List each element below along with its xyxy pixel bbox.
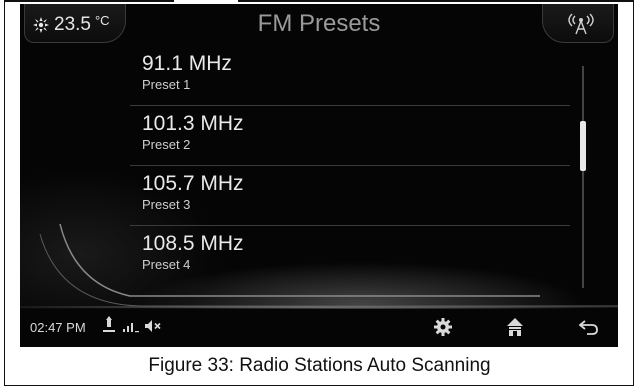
preset-item-4[interactable]: 108.5 MHz Preset 4: [130, 226, 570, 286]
clock: 02:47 PM: [30, 320, 86, 335]
preset-frequency: 105.7 MHz: [142, 172, 244, 195]
preset-label: Preset 1: [142, 77, 191, 92]
preset-frequency: 91.1 MHz: [142, 52, 232, 75]
signal-bars-icon: [123, 323, 139, 333]
page-title: FM Presets: [257, 10, 381, 37]
settings-button[interactable]: [418, 308, 468, 346]
back-button[interactable]: [564, 308, 614, 346]
preset-item-2[interactable]: 101.3 MHz Preset 2: [130, 106, 570, 166]
back-icon: [579, 320, 598, 335]
usb-icon: [103, 316, 115, 332]
home-icon: [507, 318, 523, 336]
preset-frequency: 108.5 MHz: [142, 232, 244, 255]
header-bar: 23.5 °C FM Presets: [20, 4, 618, 44]
infotainment-screen: 23.5 °C FM Presets 91.1 MHz Preset 1 101.…: [20, 4, 618, 347]
preset-item-1[interactable]: 91.1 MHz Preset 1: [130, 46, 570, 106]
home-button[interactable]: [490, 308, 540, 346]
preset-label: Preset 3: [142, 197, 191, 212]
preset-item-3[interactable]: 105.7 MHz Preset 3: [130, 166, 570, 226]
preset-list: 91.1 MHz Preset 1 101.3 MHz Preset 2 105…: [130, 46, 570, 286]
preset-label: Preset 2: [142, 137, 191, 152]
gear-icon: [434, 318, 452, 336]
scrollbar-thumb[interactable]: [580, 121, 586, 171]
mute-icon[interactable]: [144, 316, 162, 336]
preset-label: Preset 4: [142, 257, 191, 272]
figure-caption: Figure 33: Radio Stations Auto Scanning: [148, 355, 491, 376]
scrollbar-track[interactable]: [582, 66, 584, 288]
preset-frequency: 101.3 MHz: [142, 112, 244, 135]
antenna-icon: [568, 13, 594, 35]
